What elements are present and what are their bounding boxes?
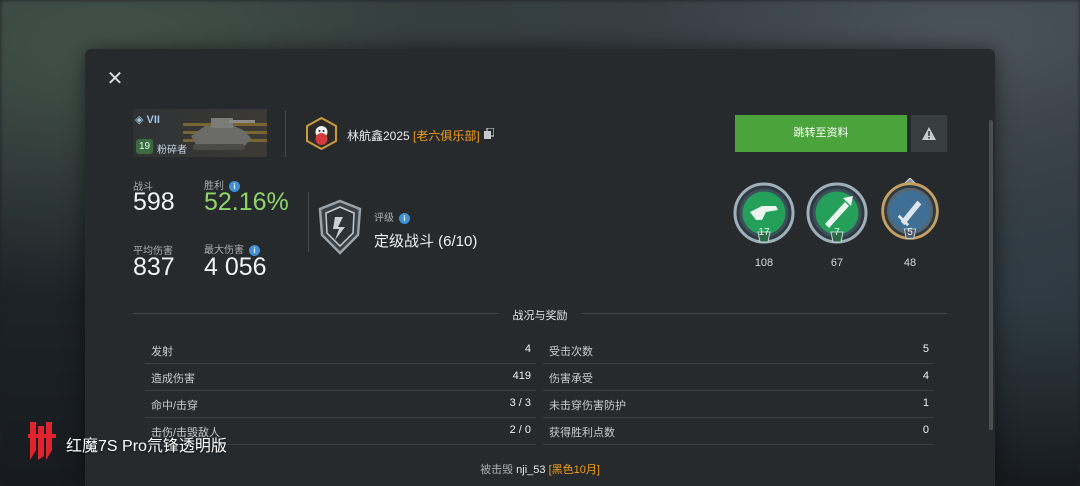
table-row: 未击穿伤害防护 1 bbox=[543, 390, 934, 418]
row-label: 受击次数 bbox=[549, 346, 593, 358]
row-value: 0 bbox=[922, 424, 929, 436]
row-label: 获得胜利点数 bbox=[549, 427, 615, 439]
row-value: 4 bbox=[922, 370, 929, 382]
rating-value: 定级战斗 (6/10) bbox=[374, 233, 478, 250]
device-watermark: 红魔7S Pro氘锋透明版 bbox=[66, 438, 227, 455]
dialog-scrollbar[interactable] bbox=[989, 120, 993, 430]
tank-card: ◈ VII 19 粉碎者 bbox=[133, 109, 267, 157]
battles-value: 598 bbox=[133, 188, 175, 216]
killer-clan-tag[interactable]: [黑色10月] bbox=[549, 464, 600, 476]
rank-shield-icon bbox=[318, 199, 362, 255]
destroyed-by-label: 被击毁 bbox=[480, 464, 514, 476]
row-label: 命中/击穿 bbox=[151, 400, 199, 412]
gun-medal-icon[interactable] bbox=[732, 182, 796, 248]
close-button[interactable]: ✕ bbox=[106, 69, 124, 89]
go-to-profile-button[interactable]: 跳转至资料 bbox=[735, 115, 907, 152]
section-divider bbox=[582, 313, 947, 314]
table-row: 获得胜利点数 0 bbox=[543, 417, 934, 445]
warning-icon bbox=[922, 127, 936, 140]
row-value: 4 bbox=[524, 343, 531, 355]
table-row: 伤害承受 4 bbox=[543, 363, 934, 391]
medal-level: 7 bbox=[834, 227, 840, 238]
tank-tier: ◈ VII bbox=[135, 114, 160, 126]
device-logo-icon bbox=[28, 422, 56, 460]
tank-class-icon: ◈ bbox=[135, 114, 144, 126]
player-avatar[interactable] bbox=[305, 117, 338, 150]
info-icon[interactable]: i bbox=[399, 212, 410, 224]
player-clan-tag[interactable]: [老六俱乐部] bbox=[413, 129, 480, 143]
row-value: 3 / 3 bbox=[509, 397, 531, 409]
header-divider bbox=[285, 111, 286, 157]
arrow-medal-icon[interactable] bbox=[805, 182, 869, 248]
row-label: 未击穿伤害防护 bbox=[549, 400, 626, 412]
row-label: 造成伤害 bbox=[151, 373, 195, 385]
section-title: 战况与奖励 bbox=[512, 310, 568, 322]
destroyed-by-line: 被击毁 nji_53 [黑色10月] bbox=[0, 461, 1080, 477]
row-value: 419 bbox=[512, 370, 531, 382]
tank-mastery-title: 粉碎者 bbox=[157, 145, 187, 156]
rating-label: 评级 i bbox=[374, 209, 410, 224]
medal-count: 108 bbox=[754, 257, 774, 269]
row-label: 伤害承受 bbox=[549, 373, 593, 385]
medal-level: 17 bbox=[758, 227, 770, 238]
player-name[interactable]: 林航鑫2025 [老六俱乐部] bbox=[347, 127, 480, 144]
medal-count: 67 bbox=[830, 257, 844, 269]
tank-icon bbox=[191, 118, 255, 150]
row-label: 发射 bbox=[151, 346, 173, 358]
avg-damage-value: 837 bbox=[133, 253, 175, 281]
copy-icon[interactable] bbox=[484, 128, 494, 139]
row-value: 5 bbox=[922, 343, 929, 355]
report-button[interactable] bbox=[911, 115, 947, 152]
medal-level: 5 bbox=[907, 227, 913, 238]
max-damage-value: 4 056 bbox=[204, 253, 267, 281]
row-value: 2 / 0 bbox=[509, 424, 531, 436]
table-row: 受击次数 5 bbox=[543, 336, 934, 364]
row-value: 1 bbox=[922, 397, 929, 409]
table-row: 造成伤害 419 bbox=[145, 363, 536, 391]
medal-count: 48 bbox=[903, 257, 917, 269]
tank-battle-level: 19 bbox=[136, 139, 153, 154]
killer-name[interactable]: nji_53 bbox=[516, 464, 545, 476]
player-nickname: 林航鑫2025 bbox=[347, 129, 410, 143]
stats-divider bbox=[308, 192, 309, 252]
winrate-value: 52.16% bbox=[204, 188, 289, 216]
table-row: 发射 4 bbox=[145, 336, 536, 364]
table-row: 命中/击穿 3 / 3 bbox=[145, 390, 536, 418]
